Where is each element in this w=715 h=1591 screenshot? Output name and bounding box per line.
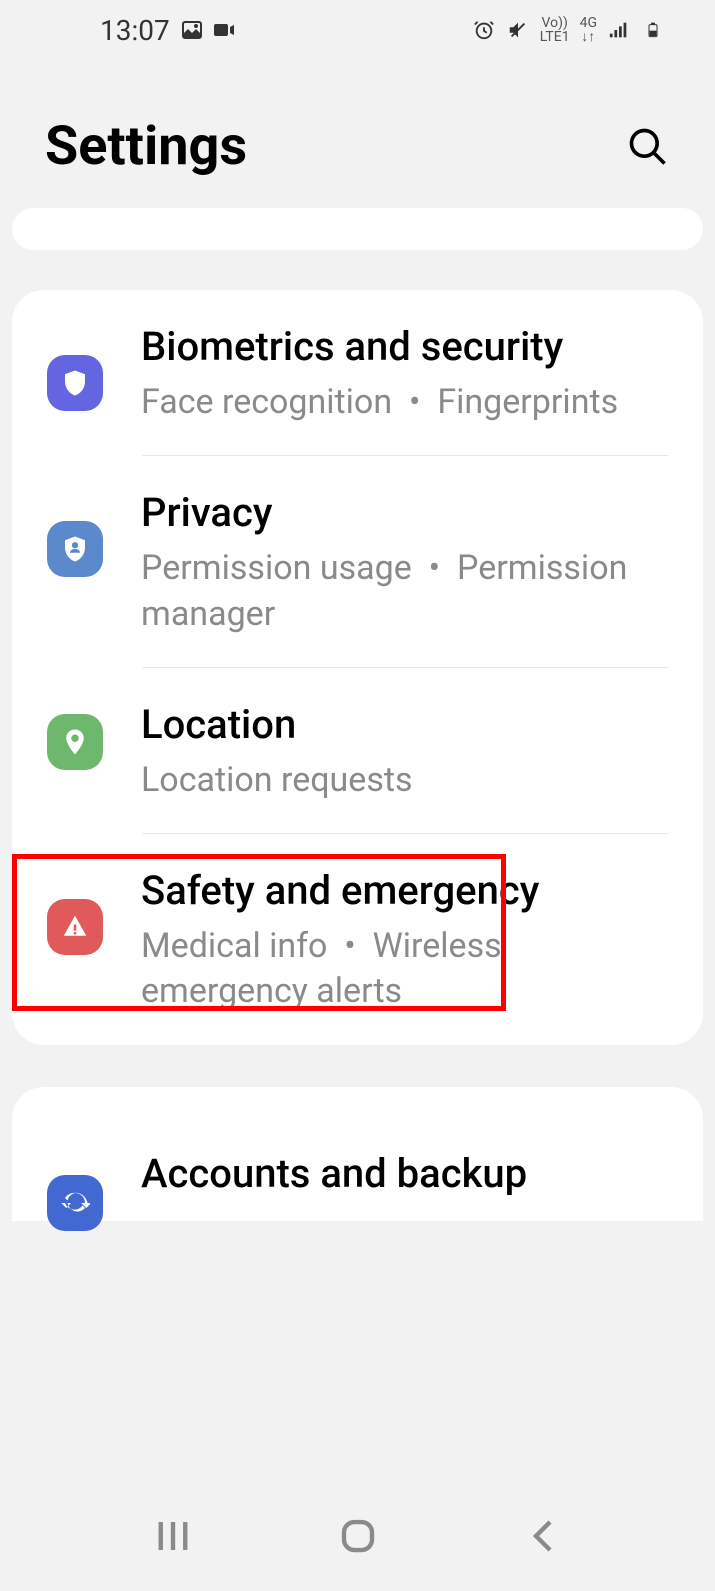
alarm-icon [472, 18, 496, 42]
alert-icon [47, 899, 103, 955]
search-icon [626, 125, 670, 169]
settings-item-subtitle: Location requests [141, 758, 668, 804]
back-icon [522, 1515, 564, 1557]
header: Settings [0, 60, 715, 208]
shield-icon [47, 355, 103, 411]
status-bar-right: Vo)) LTE1 4G ↓↑ [472, 16, 665, 44]
settings-item-title: Privacy [141, 486, 668, 540]
settings-item-location[interactable]: Location Location requests [12, 668, 703, 834]
settings-item-title: Safety and emergency [141, 864, 668, 918]
previous-card-edge [12, 208, 703, 250]
settings-group-security: Biometrics and security Face recognition… [12, 290, 703, 1045]
search-button[interactable] [626, 125, 670, 169]
signal-icon [607, 18, 631, 42]
back-button[interactable] [518, 1511, 568, 1561]
settings-item-subtitle: Permission usage • Permission manager [141, 546, 668, 638]
settings-group-accounts: Accounts and backup [12, 1087, 703, 1221]
status-bar: 13:07 Vo)) LTE1 4G ↓↑ [0, 0, 715, 60]
settings-item-privacy[interactable]: Privacy Permission usage • Permission ma… [12, 456, 703, 668]
videocam-icon [212, 18, 236, 42]
settings-item-biometrics[interactable]: Biometrics and security Face recognition… [12, 290, 703, 456]
vibrate-mute-icon [506, 18, 530, 42]
data-arrows-icon: ↓↑ [580, 30, 597, 44]
home-button[interactable] [333, 1511, 383, 1561]
status-time: 13:07 [100, 14, 170, 47]
settings-item-title: Location [141, 698, 668, 752]
volte-indicator: Vo)) LTE1 [540, 16, 570, 44]
network-gen: 4G ↓↑ [580, 16, 597, 44]
settings-item-subtitle: Face recognition • Fingerprints [141, 380, 668, 426]
sync-icon [47, 1175, 103, 1231]
shield-person-icon [47, 521, 103, 577]
settings-item-accounts[interactable]: Accounts and backup [12, 1117, 703, 1221]
settings-item-title: Biometrics and security [141, 320, 668, 374]
home-icon [337, 1515, 379, 1557]
settings-item-safety[interactable]: Safety and emergency Medical info • Wire… [12, 834, 703, 1046]
settings-item-subtitle: Medical info • Wireless emergency alerts [141, 924, 668, 1016]
page-title: Settings [45, 115, 247, 178]
navigation-bar [0, 1481, 715, 1591]
settings-item-title: Accounts and backup [141, 1147, 668, 1201]
recent-apps-button[interactable] [148, 1511, 198, 1561]
location-pin-icon [47, 714, 103, 770]
status-bar-left: 13:07 [100, 14, 236, 47]
recent-apps-icon [152, 1515, 194, 1557]
image-icon [180, 18, 204, 42]
battery-icon [641, 18, 665, 42]
